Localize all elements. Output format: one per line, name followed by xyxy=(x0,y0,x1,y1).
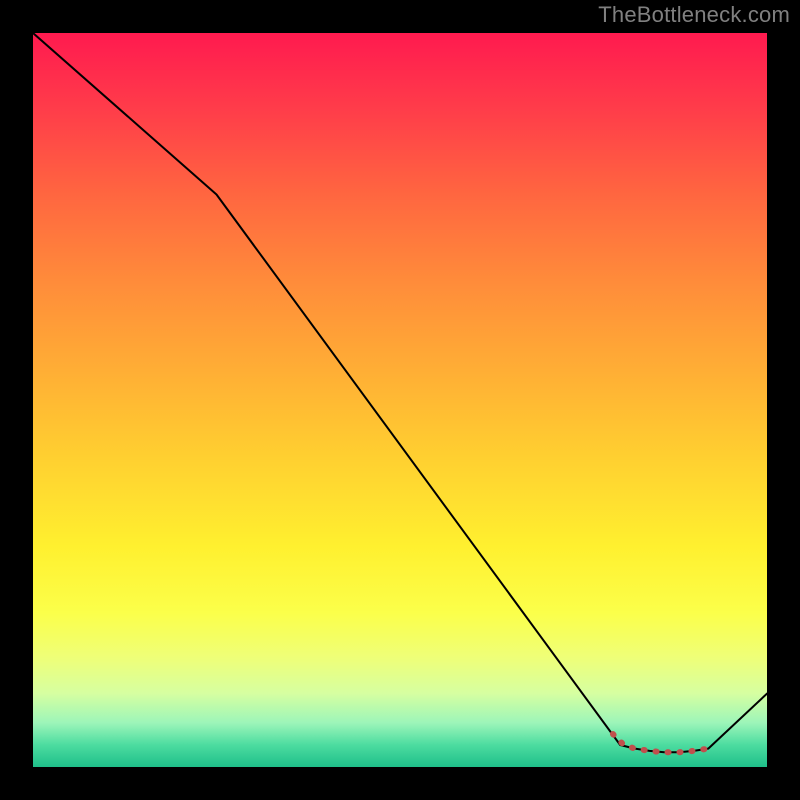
plot-area xyxy=(33,33,767,767)
bottleneck-curve-path xyxy=(33,33,767,752)
chart-frame: TheBottleneck.com xyxy=(0,0,800,800)
line-layer xyxy=(33,33,767,767)
watermark-text: TheBottleneck.com xyxy=(598,2,790,28)
optimal-range-marker-path xyxy=(613,734,708,752)
